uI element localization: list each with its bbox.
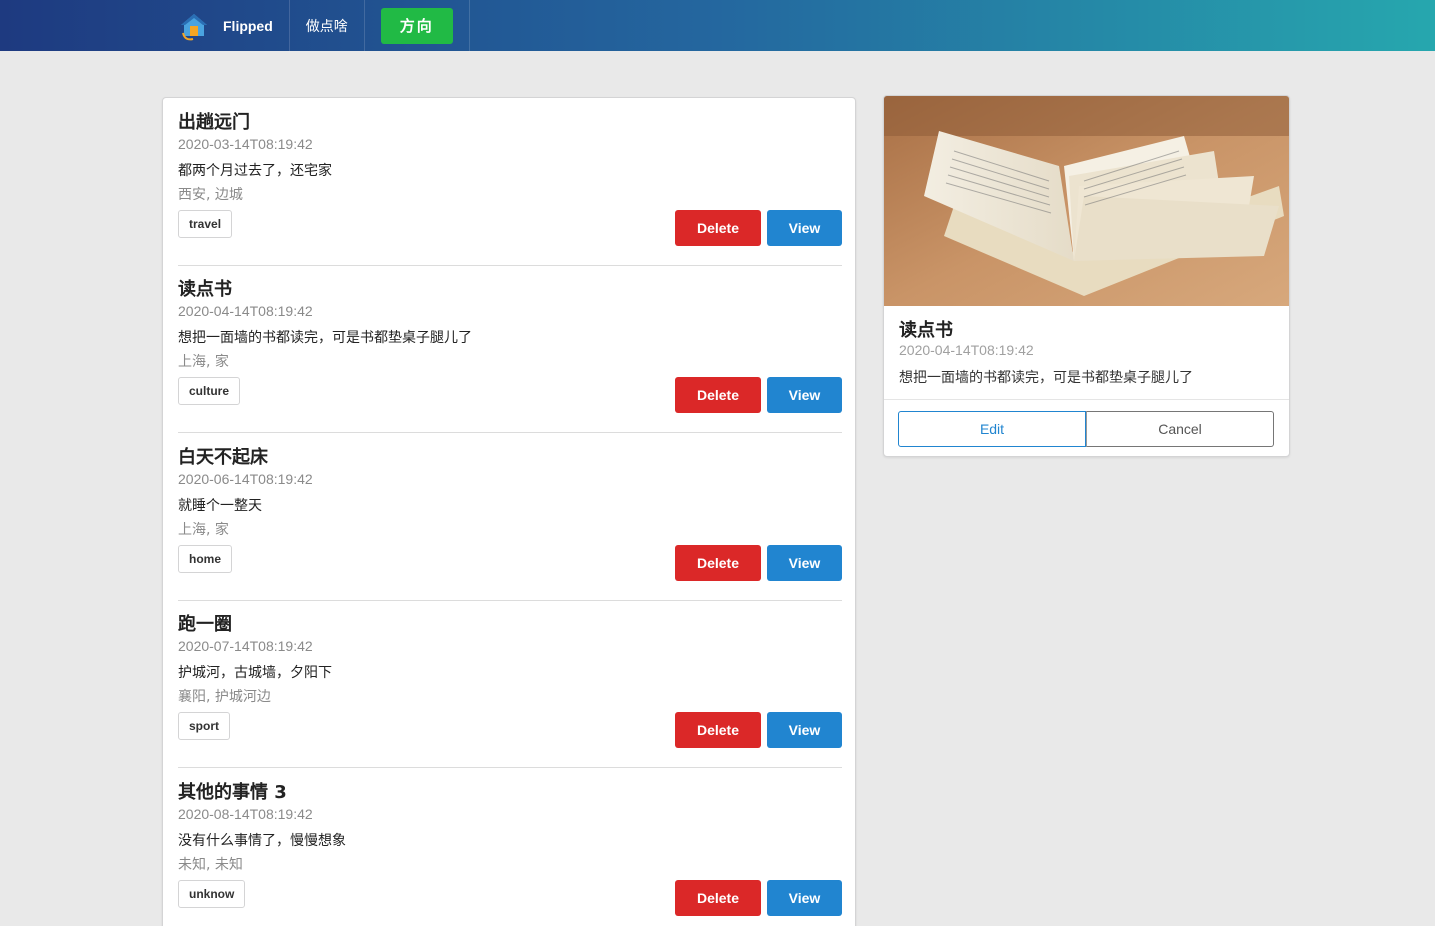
item-date: 2020-08-14T08:19:42 [178,806,313,822]
list-item: 读点书 2020-04-14T08:19:42 想把一面墙的书都读完，可是书都垫… [178,265,842,433]
book-image [884,96,1289,306]
detail-date: 2020-04-14T08:19:42 [899,342,1034,358]
item-location: 襄阳, 护城河边 [178,689,271,705]
edit-button[interactable]: Edit [898,411,1086,447]
item-date: 2020-04-14T08:19:42 [178,303,313,319]
item-description: 想把一面墙的书都读完，可是书都垫桌子腿儿了 [178,330,472,346]
view-button[interactable]: View [767,545,842,581]
item-date: 2020-07-14T08:19:42 [178,638,313,654]
delete-button[interactable]: Delete [675,712,761,748]
delete-button[interactable]: Delete [675,210,761,246]
item-location: 未知, 未知 [178,857,243,873]
item-title: 跑一圈 [178,614,232,635]
nav-brand[interactable]: Flipped [163,0,290,51]
item-date: 2020-03-14T08:19:42 [178,136,313,152]
view-button[interactable]: View [767,880,842,916]
view-button[interactable]: View [767,377,842,413]
top-navbar: Flipped 做点啥 方向 [0,0,1435,51]
detail-title: 读点书 [899,320,953,341]
delete-button[interactable]: Delete [675,880,761,916]
nav-link-todo[interactable]: 做点啥 [290,0,365,51]
item-description: 没有什么事情了，慢慢想象 [178,833,346,849]
direction-button[interactable]: 方向 [380,7,453,44]
detail-card: 读点书 2020-04-14T08:19:42 想把一面墙的书都读完，可是书都垫… [883,95,1290,457]
view-button[interactable]: View [767,712,842,748]
item-title: 出趟远门 [178,112,250,133]
detail-description: 想把一面墙的书都读完，可是书都垫桌子腿儿了 [899,370,1193,386]
item-location: 上海, 家 [178,354,229,370]
list-item: 跑一圈 2020-07-14T08:19:42 护城河，古城墙，夕阳下 襄阳, … [178,600,842,768]
item-date: 2020-06-14T08:19:42 [178,471,313,487]
item-title: 其他的事情 3 [178,782,287,803]
task-list-card: 出趟远门 2020-03-14T08:19:42 都两个月过去了，还宅家 西安,… [162,97,856,926]
nav-button-wrap: 方向 [365,0,470,51]
item-title: 白天不起床 [178,447,268,468]
item-tag[interactable]: sport [178,712,230,740]
list-item: 出趟远门 2020-03-14T08:19:42 都两个月过去了，还宅家 西安,… [178,98,842,266]
nav-menu: Flipped 做点啥 方向 [163,0,470,51]
item-tag[interactable]: culture [178,377,241,405]
house-logo-icon [181,13,207,40]
item-tag[interactable]: unknow [178,880,246,908]
list-item: 其他的事情 3 2020-08-14T08:19:42 没有什么事情了，慢慢想象… [178,768,842,926]
detail-divider [884,399,1289,400]
view-button[interactable]: View [767,210,842,246]
item-tag[interactable]: home [178,545,233,573]
item-description: 就睡个一整天 [178,498,262,514]
item-tag[interactable]: travel [178,210,233,238]
nav-link-label: 做点啥 [305,17,348,34]
item-description: 护城河，古城墙，夕阳下 [178,665,332,681]
cancel-button[interactable]: Cancel [1086,411,1274,447]
item-location: 上海, 家 [178,522,229,538]
brand-label: Flipped [223,17,273,34]
list-item: 白天不起床 2020-06-14T08:19:42 就睡个一整天 上海, 家 h… [178,433,842,601]
item-description: 都两个月过去了，还宅家 [178,163,332,179]
delete-button[interactable]: Delete [675,377,761,413]
item-title: 读点书 [178,279,232,300]
delete-button[interactable]: Delete [675,545,761,581]
item-location: 西安, 边城 [178,187,243,203]
open-book-illustration [884,96,1289,306]
